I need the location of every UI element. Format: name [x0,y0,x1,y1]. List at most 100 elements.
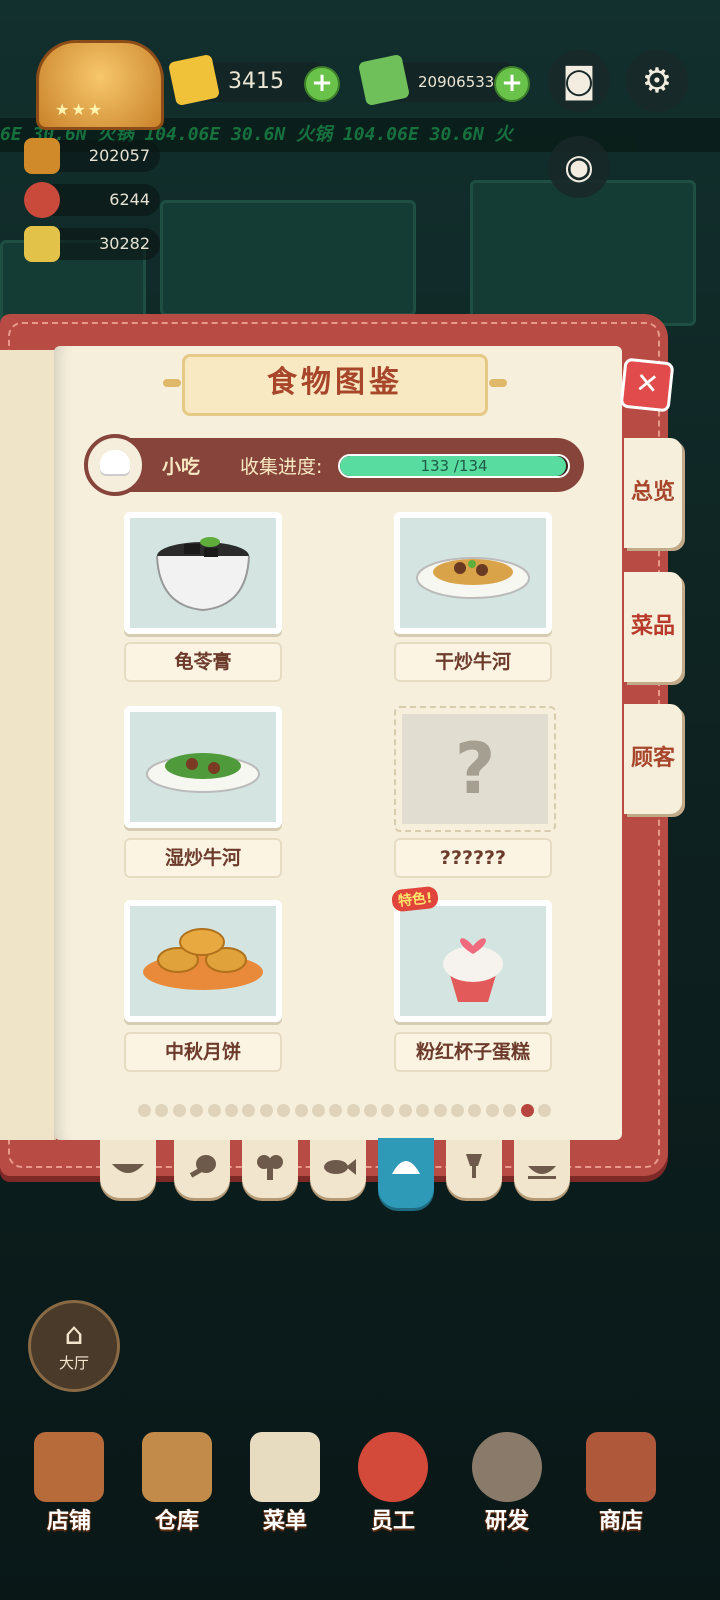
camera-button[interactable]: ◙ [548,50,610,112]
question-mark-icon: ? [454,728,496,810]
broccoli-icon [257,1155,283,1180]
page-dot[interactable] [468,1104,482,1117]
close-button[interactable]: ✕ [619,357,675,413]
page-dot[interactable] [485,1104,499,1117]
hall-label: 大厅 [58,1354,89,1372]
market-stall-icon [586,1432,656,1502]
nav-label: 员工 [370,1509,415,1534]
page-dot[interactable] [537,1104,551,1117]
food-name: ?????? [394,838,552,878]
nav-menu[interactable]: 菜单 [240,1432,330,1542]
food-name: 龟苓膏 [124,642,282,682]
ticket-icon [24,226,60,262]
page-dot[interactable] [416,1104,430,1117]
rank-badge[interactable]: ★★★ [36,40,164,130]
page-dot[interactable] [138,1104,151,1117]
stat-row-2: 6244 [24,182,160,218]
stat-value: 30282 [99,234,150,253]
progress-label: 收集进度: [240,456,323,478]
stat-value: 202057 [88,146,150,165]
food-card-pink-cupcake[interactable]: 特色! [390,885,552,1022]
food-card-wet-fried-beef-noodles[interactable] [124,706,282,828]
gold-bar-icon [167,53,221,107]
food-card-locked[interactable]: ? [394,706,556,832]
page-dot[interactable] [381,1104,395,1117]
page-dot[interactable] [224,1104,238,1117]
category-tab-soup[interactable] [514,1140,570,1198]
hotpot-icon [24,138,60,174]
food-name: 干炒牛河 [394,642,552,682]
page-dot[interactable] [346,1104,360,1117]
rank-stars-icon: ★★★ [55,100,105,119]
clipboard-icon [250,1432,320,1502]
category-tab-drinks[interactable] [446,1140,502,1198]
page-dot[interactable] [294,1104,308,1117]
nav-shop-front[interactable]: 店铺 [24,1432,114,1542]
nav-store[interactable]: 商店 [576,1432,666,1542]
add-cash-button[interactable]: + [494,66,530,102]
mooncake-plate-icon [143,928,263,990]
house-icon: ⌂ [64,1317,84,1352]
noodles-plate-icon [416,557,530,599]
page-dot[interactable] [329,1104,343,1117]
wine-icon [466,1154,482,1178]
gear-icon: ⚙ [641,61,673,101]
page-dot[interactable] [503,1104,517,1117]
tab-customers[interactable]: 顾客 [624,704,682,814]
cash-stack-icon [357,53,411,107]
nav-label: 店铺 [46,1509,91,1534]
gold-value: 3415 [228,69,284,94]
food-name: 粉红杯子蛋糕 [394,1032,552,1072]
settings-button[interactable]: ⚙ [626,50,688,112]
page-dot[interactable] [207,1104,221,1117]
progress-text: 133 /134 [420,457,488,475]
storefront-icon [34,1432,104,1502]
food-name: 湿炒牛河 [124,838,282,878]
category-tab-snacks[interactable] [378,1138,434,1208]
category-tab-seafood[interactable] [310,1140,366,1198]
nav-warehouse[interactable]: 仓库 [132,1432,222,1542]
camera-icon: ◙ [562,61,596,101]
customer-icon [24,182,60,218]
page-dot[interactable] [311,1104,325,1117]
view-button[interactable]: ◉ [548,136,610,198]
nav-label: 商店 [598,1509,643,1534]
crate-icon [142,1432,212,1502]
eye-icon: ◉ [564,147,594,187]
wok-icon [112,1164,144,1173]
page-dot[interactable] [155,1104,169,1117]
page-dot[interactable] [520,1104,534,1117]
page-dot[interactable] [242,1104,256,1117]
pot-icon [472,1432,542,1502]
cupcake-icon [443,938,503,1002]
page-dot[interactable] [433,1104,447,1117]
food-card-dry-fried-beef-noodles[interactable] [394,512,552,634]
page-dot[interactable] [451,1104,465,1117]
page-dot[interactable] [190,1104,204,1117]
guilinggao-bowl-icon [156,537,250,612]
stat-row-3: 30282 [24,226,160,262]
add-gold-button[interactable]: + [304,66,340,102]
food-card-mooncake[interactable] [124,900,282,1022]
page-dot[interactable] [364,1104,378,1117]
category-tab-wok[interactable] [100,1140,156,1198]
tab-overview[interactable]: 总览 [624,438,682,548]
book-title: 食物图鉴 [163,354,507,416]
nav-research[interactable]: 研发 [462,1432,552,1542]
page-dot[interactable] [398,1104,412,1117]
chef-icon [358,1432,428,1502]
page-dot[interactable] [259,1104,273,1117]
category-name: 小吃 [162,456,201,478]
stat-row-1: 202057 [24,138,160,174]
hall-button[interactable]: ⌂ 大厅 [28,1300,120,1392]
food-name: 中秋月饼 [124,1032,282,1072]
nav-label: 研发 [484,1509,529,1534]
page-dot[interactable] [277,1104,291,1117]
category-tab-meat[interactable] [174,1140,230,1198]
category-tab-vegetable[interactable] [242,1140,298,1198]
soup-icon [528,1166,556,1179]
nav-staff[interactable]: 员工 [348,1432,438,1542]
page-dot[interactable] [172,1104,186,1117]
tab-dishes[interactable]: 菜品 [624,572,682,682]
food-card-guilinggao[interactable] [124,512,282,634]
